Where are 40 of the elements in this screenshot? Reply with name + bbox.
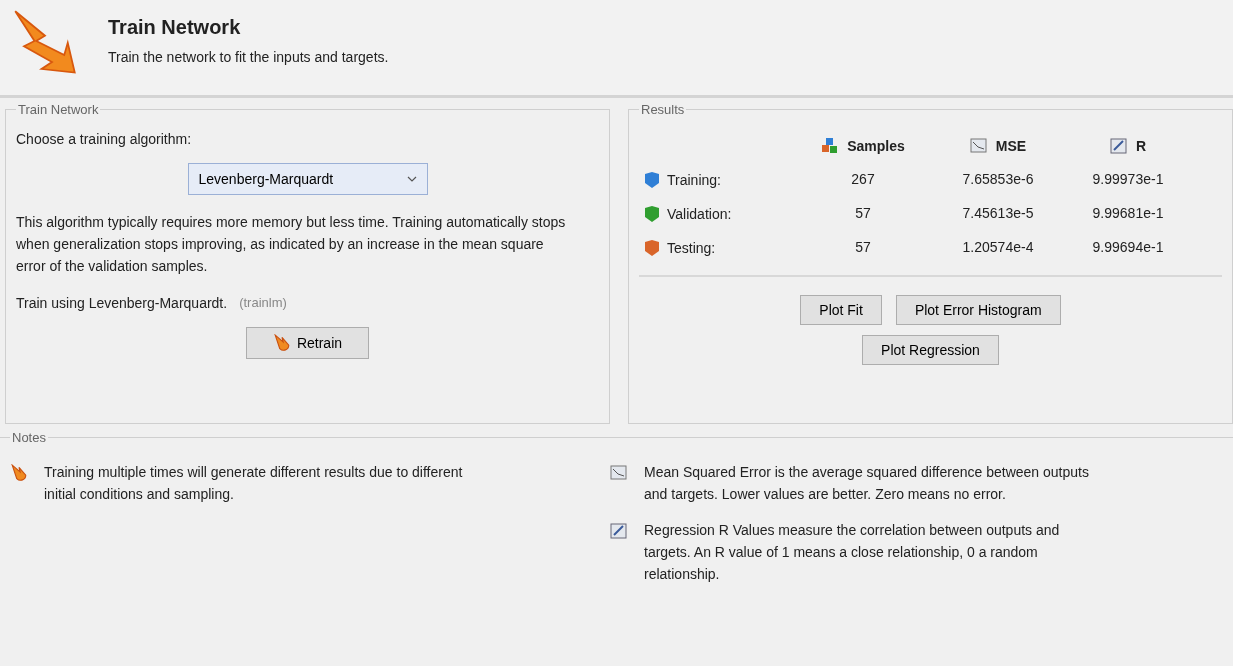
algorithm-description: This algorithm typically requires more memory but less time. Training automatically stops when generalization stops improving, as indicated by an increase in the mean square error of the validation samples. (16, 213, 567, 276)
table-cell-text: 9.99681e-1 (1091, 205, 1165, 223)
chart-icon (610, 464, 628, 482)
table-cell-text: 57 (854, 205, 872, 223)
table-cell-text: 1.20574e-4 (961, 239, 1035, 257)
chart-icon (969, 137, 988, 155)
panel-title: Results (640, 102, 686, 117)
retrain-button[interactable]: Retrain (245, 327, 370, 359)
note-text: Regression R Values measure the correlation between outputs and targets. An R value of 1 means a close relationship, 0 a random relationship. (644, 521, 1061, 584)
pencil-square-icon (1109, 137, 1128, 155)
page-subtitle: Train the network to fit the inputs and targets. (108, 49, 389, 65)
column-header: R (1063, 137, 1193, 155)
table-cell-text: 267 (850, 171, 876, 189)
column-header: Samples (793, 137, 933, 155)
algorithm-dropdown[interactable]: Levenberg-Marquardt (187, 163, 428, 195)
table-cell-text: 7.65853e-6 (961, 171, 1035, 189)
plot-button[interactable]: Plot Regression (862, 335, 999, 365)
cubes-icon (821, 137, 840, 155)
pencil-square-icon (610, 522, 628, 540)
row-label: Training: (667, 172, 721, 188)
function-name: (trainlm) (239, 295, 287, 311)
row-label: Validation: (667, 206, 732, 222)
page-title: Train Network (108, 16, 242, 39)
table-cell-text: 9.99973e-1 (1091, 171, 1165, 189)
flame-arrow-icon (10, 464, 28, 482)
column-header: MSE (933, 137, 1063, 155)
caret-icon (406, 176, 417, 182)
note-text: Mean Squared Error is the average squared difference between outputs and targets. Lower values are better. Zero means no error. (644, 463, 1090, 504)
plot-button[interactable]: Plot Fit (800, 295, 882, 325)
table-cell-text: 57 (854, 239, 872, 257)
note-text: Training multiple times will generate different results due to different initial conditions and sampling. (44, 463, 464, 504)
table-cell-text: 9.99694e-1 (1091, 239, 1165, 257)
panel-title: Train Network (17, 102, 100, 117)
table-cell-text: 7.45613e-5 (961, 205, 1035, 223)
plot-button[interactable]: Plot Error Histogram (895, 295, 1061, 325)
train-using-text: Train using Levenberg-Marquardt. (16, 295, 228, 311)
panel-title: Notes (11, 430, 47, 445)
row-label: Testing: (667, 240, 716, 256)
flame-arrow-icon (272, 334, 291, 352)
algorithm-prompt: Choose a training algorithm: (16, 131, 193, 147)
